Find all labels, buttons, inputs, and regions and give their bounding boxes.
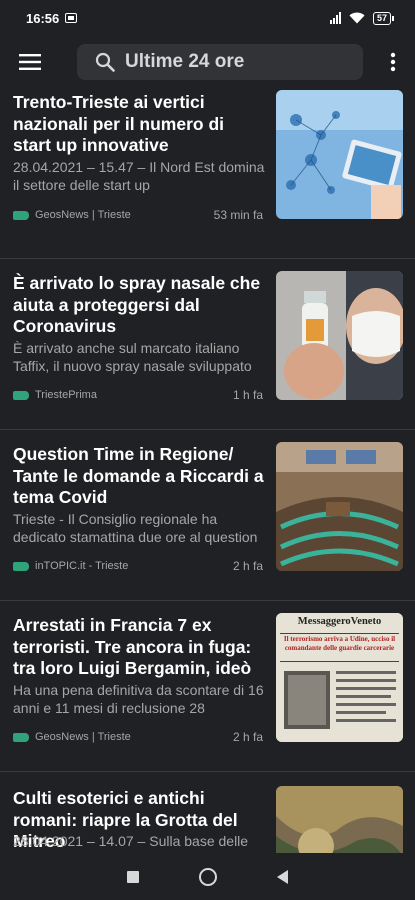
search-bar[interactable]: Ultime 24 ore bbox=[77, 44, 363, 80]
article-source: TriestePrima bbox=[35, 389, 97, 401]
search-query: Ultime 24 ore bbox=[125, 51, 245, 72]
article-time: 2 h fa bbox=[232, 559, 263, 573]
article-thumbnail[interactable] bbox=[276, 442, 403, 571]
article-title[interactable]: Question Time in Regione/ Tante le doman… bbox=[13, 444, 265, 509]
news-feed[interactable]: Trento-Trieste ai vertici nazionali per … bbox=[0, 88, 415, 853]
article-time: 2 h fa bbox=[232, 730, 263, 744]
hamburger-icon bbox=[19, 54, 41, 70]
article-time: 53 min fa bbox=[213, 208, 263, 222]
article-title[interactable]: Arrestati in Francia 7 ex terroristi. Tr… bbox=[13, 615, 265, 680]
article-snippet: 28.04.2021 – 14.07 – Sulla base delle in… bbox=[13, 833, 249, 853]
article-card[interactable]: È arrivato lo spray nasale che aiuta a p… bbox=[0, 259, 415, 430]
newspaper-masthead: MessaggeroVeneto bbox=[297, 616, 382, 627]
menu-button[interactable] bbox=[0, 38, 60, 86]
article-thumbnail[interactable] bbox=[276, 271, 403, 400]
app-bar: Ultime 24 ore bbox=[0, 36, 415, 88]
more-options-button[interactable] bbox=[373, 38, 413, 86]
article-snippet: È arrivato anche sul marcato italiano Ta… bbox=[13, 340, 252, 374]
tag-icon bbox=[13, 210, 29, 220]
article-source: GeosNews | Trieste bbox=[35, 731, 131, 743]
article-title[interactable]: È arrivato lo spray nasale che aiuta a p… bbox=[13, 273, 265, 338]
article-card[interactable]: Trento-Trieste ai vertici nazionali per … bbox=[0, 88, 415, 259]
article-source: inTOPIC.it - Trieste bbox=[35, 560, 129, 572]
article-thumbnail[interactable] bbox=[276, 786, 403, 853]
tag-icon bbox=[13, 390, 29, 400]
back-button[interactable] bbox=[277, 869, 288, 884]
search-icon bbox=[95, 52, 115, 72]
battery-icon: 57 bbox=[372, 11, 395, 25]
article-source: GeosNews | Trieste bbox=[35, 209, 131, 221]
system-nav-bar bbox=[0, 853, 415, 900]
article-meta: TriestePrima 1 h fa bbox=[13, 388, 263, 402]
article-thumbnail[interactable] bbox=[276, 90, 403, 219]
article-title[interactable]: Trento-Trieste ai vertici nazionali per … bbox=[13, 92, 265, 157]
more-vert-icon bbox=[390, 52, 396, 72]
clock: 16:56 bbox=[26, 10, 60, 26]
tag-icon bbox=[13, 732, 29, 742]
article-meta: inTOPIC.it - Trieste 2 h fa bbox=[13, 559, 263, 573]
home-button[interactable] bbox=[199, 867, 217, 886]
tag-icon bbox=[13, 561, 29, 571]
article-time: 1 h fa bbox=[232, 388, 263, 402]
article-meta: GeosNews | Trieste 53 min fa bbox=[13, 208, 263, 222]
recents-button[interactable] bbox=[127, 870, 139, 883]
article-card[interactable]: Culti esoterici e antichi romani: riapre… bbox=[0, 772, 415, 853]
article-thumbnail[interactable]: MessaggeroVeneto Il terrorismo arriva a … bbox=[276, 613, 403, 742]
article-card[interactable]: Arrestati in Francia 7 ex terroristi. Tr… bbox=[0, 601, 415, 772]
article-snippet: Trieste - Il Consiglio regionale ha dedi… bbox=[13, 511, 258, 545]
notification-icon bbox=[65, 13, 78, 23]
article-snippet: 28.04.2021 – 15.47 – Il Nord Est domina … bbox=[13, 159, 265, 193]
article-meta: GeosNews | Trieste 2 h fa bbox=[13, 730, 263, 744]
signal-icon bbox=[329, 12, 341, 24]
article-snippet: Ha una pena definitiva da scontare di 16… bbox=[13, 682, 264, 716]
status-bar: 16:56 57 bbox=[0, 0, 415, 36]
newspaper-headline: Il terrorismo arriva a Udine, ucciso il … bbox=[283, 635, 396, 652]
article-card[interactable]: Question Time in Regione/ Tante le doman… bbox=[0, 430, 415, 601]
wifi-icon bbox=[349, 12, 365, 24]
